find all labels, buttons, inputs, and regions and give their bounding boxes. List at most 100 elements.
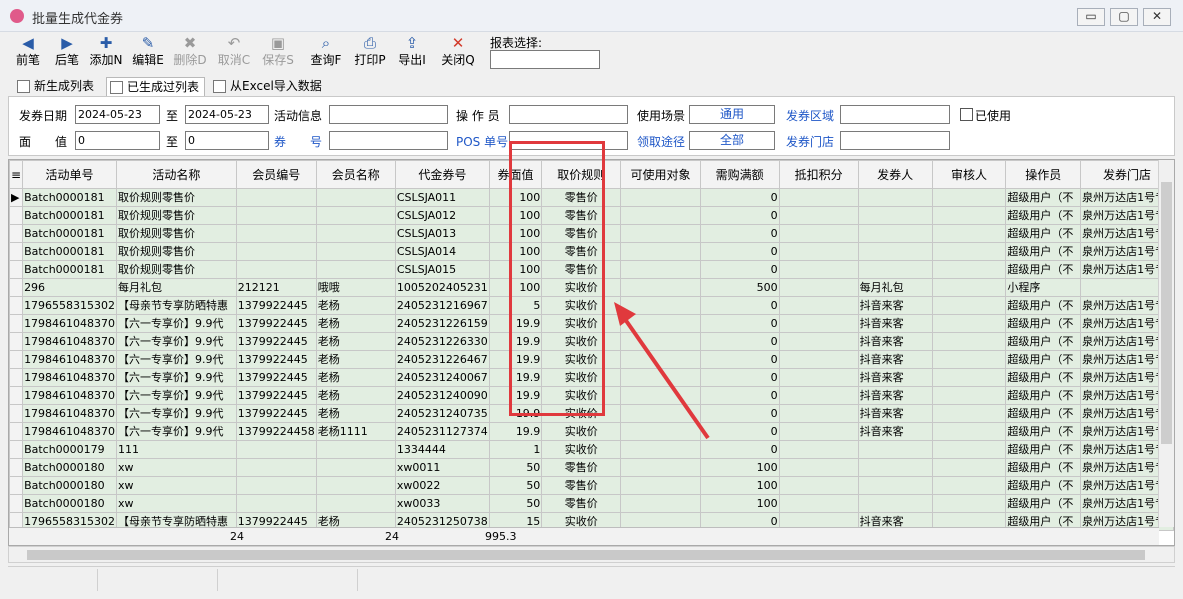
table-cell[interactable]: 1798461048370	[22, 350, 118, 369]
table-cell[interactable]	[315, 224, 396, 243]
table-cell[interactable]: 50	[488, 476, 543, 495]
table-cell[interactable]: 取价规则零售价	[116, 242, 237, 261]
table-row[interactable]: Batch0000179 111 1334444 1 实收价 0 超级用户（不 泉州万达店1号…	[9, 440, 1174, 459]
table-cell[interactable]	[931, 494, 1007, 513]
table-cell[interactable]: 50	[488, 494, 543, 513]
table-cell[interactable]: 1798461048370	[22, 368, 118, 387]
table-cell[interactable]: 超级用户（不	[1005, 332, 1082, 351]
table-cell[interactable]	[931, 224, 1007, 243]
table-cell[interactable]: 2405231240067	[394, 368, 490, 387]
table-cell[interactable]: 抖音来客	[857, 404, 933, 423]
row-indicator[interactable]	[9, 224, 24, 243]
table-cell[interactable]: 超级用户（不	[1005, 350, 1082, 369]
table-cell[interactable]: xw0022	[394, 476, 490, 495]
table-cell[interactable]	[931, 296, 1007, 315]
table-cell[interactable]: 零售价	[541, 458, 622, 477]
table-cell[interactable]: 零售价	[541, 476, 622, 495]
table-cell[interactable]: 超级用户（不	[1005, 206, 1082, 225]
table-cell[interactable]: 超级用户（不	[1005, 404, 1082, 423]
table-cell[interactable]	[778, 278, 859, 297]
table-cell[interactable]	[778, 296, 859, 315]
scroll-thumb[interactable]	[27, 550, 1145, 560]
table-cell[interactable]: Batch0000181	[22, 224, 118, 243]
table-cell[interactable]	[931, 440, 1007, 459]
table-cell[interactable]: Batch0000181	[22, 242, 118, 261]
table-cell[interactable]: 【六一专享价】9.9代	[116, 332, 237, 351]
table-cell[interactable]: 老杨	[315, 332, 396, 351]
table-cell[interactable]: 【六一专享价】9.9代	[116, 386, 237, 405]
table-cell[interactable]	[235, 206, 317, 225]
scene-select[interactable]: 通用	[689, 105, 775, 124]
table-cell[interactable]	[931, 422, 1007, 441]
toolbar-button-6[interactable]: ▣ 保存S	[258, 34, 298, 72]
table-cell[interactable]: 1796558315302	[22, 296, 118, 315]
table-cell[interactable]: xw	[116, 494, 237, 513]
table-cell[interactable]	[620, 458, 701, 477]
table-cell[interactable]: 抖音来客	[857, 332, 933, 351]
table-cell[interactable]: 1379922445	[235, 404, 317, 423]
table-cell[interactable]	[235, 476, 317, 495]
column-header[interactable]: 操作员	[1005, 160, 1082, 189]
toolbar-button-10[interactable]: ✕ 关闭Q	[438, 34, 478, 72]
table-cell[interactable]: 1798461048370	[22, 314, 118, 333]
table-cell[interactable]: 老杨	[315, 350, 396, 369]
table-cell[interactable]	[931, 188, 1007, 207]
table-cell[interactable]: 【六一专享价】9.9代	[116, 368, 237, 387]
table-cell[interactable]	[315, 494, 396, 513]
table-cell[interactable]: 超级用户（不	[1005, 224, 1082, 243]
table-cell[interactable]	[857, 458, 933, 477]
table-cell[interactable]	[778, 458, 859, 477]
table-cell[interactable]	[315, 242, 396, 261]
table-cell[interactable]: 哦哦	[315, 278, 396, 297]
row-indicator[interactable]	[9, 494, 24, 513]
table-cell[interactable]	[857, 494, 933, 513]
vertical-scrollbar[interactable]	[1158, 160, 1174, 527]
table-cell[interactable]	[778, 440, 859, 459]
date-from-input[interactable]: 2024-05-23	[75, 105, 160, 124]
table-cell[interactable]	[620, 188, 701, 207]
table-cell[interactable]	[778, 224, 859, 243]
table-cell[interactable]: 1379922445	[235, 368, 317, 387]
table-cell[interactable]	[778, 386, 859, 405]
table-cell[interactable]: 取价规则零售价	[116, 206, 237, 225]
table-cell[interactable]	[931, 458, 1007, 477]
table-cell[interactable]: 0	[699, 224, 780, 243]
table-cell[interactable]: xw0011	[394, 458, 490, 477]
table-cell[interactable]: 0	[699, 206, 780, 225]
table-cell[interactable]: 100	[699, 458, 780, 477]
table-cell[interactable]	[857, 440, 933, 459]
toolbar-button-8[interactable]: ⎙ 打印P	[350, 34, 390, 72]
toolbar-button-1[interactable]: ▶ 后笔	[47, 34, 87, 72]
table-cell[interactable]: 超级用户（不	[1005, 314, 1082, 333]
table-cell[interactable]: 【六一专享价】9.9代	[116, 314, 237, 333]
table-cell[interactable]: CSLSJA015	[394, 260, 490, 279]
row-indicator[interactable]	[9, 404, 24, 423]
close-window-button[interactable]: ✕	[1143, 8, 1171, 26]
table-row[interactable]: Batch0000180 xw xw0033 50 零售价 100 超级用户（不 泉州万达店1…	[9, 494, 1174, 513]
table-row[interactable]: Batch0000180 xw xw0011 50 零售价 100 超级用户（不 泉州万达店1…	[9, 458, 1174, 477]
row-indicator[interactable]	[9, 278, 24, 297]
channel-select[interactable]: 全部	[689, 131, 775, 150]
row-indicator[interactable]	[9, 476, 24, 495]
table-cell[interactable]	[315, 476, 396, 495]
toolbar-button-5[interactable]: ↶ 取消C	[214, 34, 254, 72]
table-cell[interactable]: 111	[116, 440, 237, 459]
table-cell[interactable]: 每月礼包	[116, 278, 237, 297]
table-cell[interactable]	[857, 206, 933, 225]
row-indicator[interactable]	[9, 422, 24, 441]
table-cell[interactable]: 取价规则零售价	[116, 188, 237, 207]
table-cell[interactable]	[931, 206, 1007, 225]
table-cell[interactable]	[778, 260, 859, 279]
table-cell[interactable]: 212121	[235, 278, 317, 297]
table-cell[interactable]	[620, 494, 701, 513]
table-cell[interactable]: Batch0000180	[22, 458, 118, 477]
table-cell[interactable]: 【六一专享价】9.9代	[116, 422, 237, 441]
table-cell[interactable]: 【六一专享价】9.9代	[116, 404, 237, 423]
table-cell[interactable]: 超级用户（不	[1005, 260, 1082, 279]
table-cell[interactable]	[778, 314, 859, 333]
table-cell[interactable]: 【母亲节专享防晒特惠	[116, 296, 237, 315]
table-cell[interactable]: 1379922445	[235, 314, 317, 333]
table-cell[interactable]	[778, 206, 859, 225]
tab-generated-list[interactable]: 已生成过列表	[106, 77, 205, 96]
toolbar-button-3[interactable]: ✎ 编辑E	[128, 34, 168, 72]
